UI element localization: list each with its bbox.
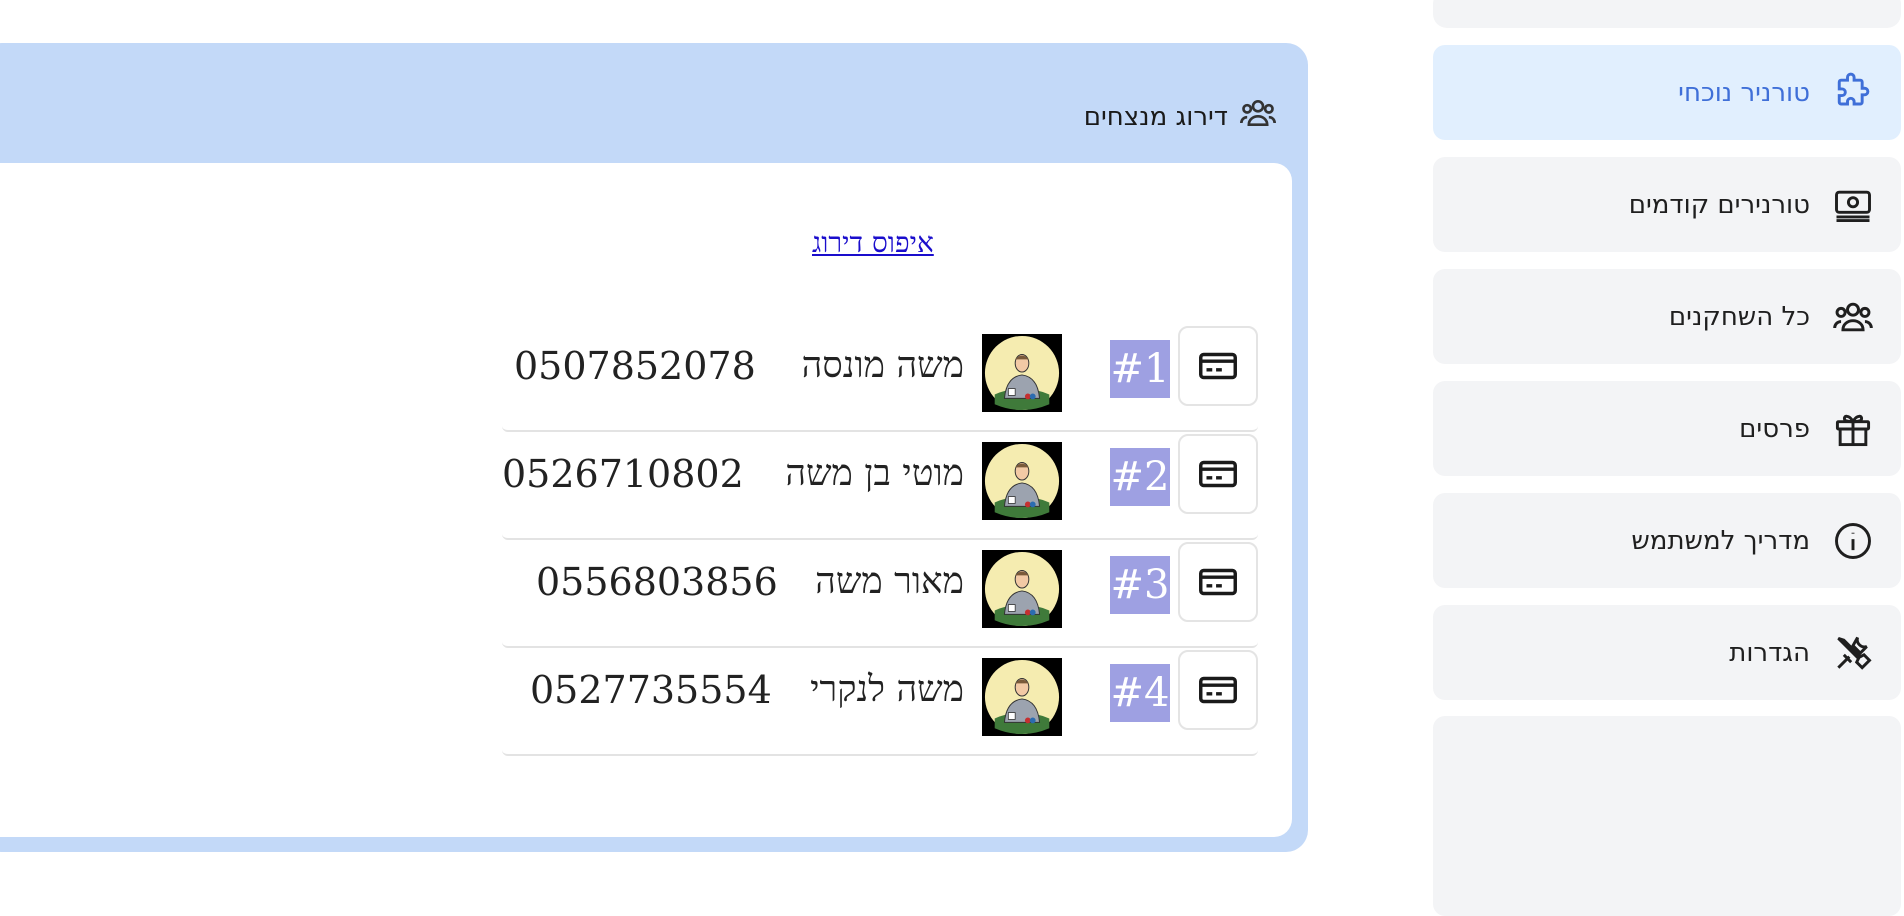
card-button[interactable] [1178, 326, 1258, 406]
sidebar-item-label: הגדרות [1729, 637, 1810, 668]
sidebar: טורניר נוכחי טורנירים קודמים כל השחקנים … [1433, 0, 1901, 916]
sidebar-item-settings[interactable]: הגדרות [1433, 605, 1901, 700]
info-icon [1830, 518, 1876, 564]
panel-title: דירוג מנצחים [1083, 101, 1228, 132]
avatar [982, 334, 1062, 412]
sidebar-top-item[interactable] [1433, 0, 1901, 28]
puzzle-icon [1830, 70, 1876, 116]
player-name: משה לנקרי [810, 669, 964, 710]
gift-icon [1830, 406, 1876, 452]
credit-card-icon [1199, 568, 1237, 596]
reset-ranking-link[interactable]: איפוס דירוג [812, 226, 934, 260]
sidebar-item-label: טורנירים קודמים [1628, 189, 1810, 220]
panel-header: דירוג מנצחים [1084, 93, 1278, 140]
credit-card-icon [1199, 676, 1237, 704]
sidebar-item-label: כל השחקנים [1668, 301, 1810, 332]
avatar [982, 550, 1062, 628]
card-button[interactable] [1178, 542, 1258, 622]
player-phone: 0526710802 [502, 452, 744, 496]
sidebar-item-prizes[interactable]: פרסים [1433, 381, 1901, 476]
player-name: משה מונסה [801, 345, 964, 386]
ranking-row: #4 משה לנקרי 0527735554 [502, 650, 1258, 756]
sidebar-item-previous-tournaments[interactable]: טורנירים קודמים [1433, 157, 1901, 252]
money-icon [1830, 182, 1876, 228]
sidebar-empty-area [1433, 716, 1901, 916]
ranking-row: #2 מוטי בן משה 0526710802 [502, 434, 1258, 540]
sidebar-item-user-guide[interactable]: מדריך למשתמש [1433, 493, 1901, 588]
sidebar-item-label: טורניר נוכחי [1678, 77, 1810, 108]
rank-badge: #3 [1110, 556, 1170, 614]
sidebar-item-label: פרסים [1739, 413, 1810, 444]
ranking-row: #3 מאור משה 0556803856 [502, 542, 1258, 648]
rank-badge: #4 [1110, 664, 1170, 722]
avatar [982, 442, 1062, 520]
credit-card-icon [1199, 460, 1237, 488]
player-phone: 0527735554 [530, 668, 772, 712]
player-name: מוטי בן משה [785, 453, 964, 494]
sidebar-item-current-tournament[interactable]: טורניר נוכחי [1433, 45, 1901, 140]
ranking-list: #1 משה מונסה 0507852078 #2 מוטי בן משה 0… [502, 326, 1258, 758]
avatar [982, 658, 1062, 736]
rank-badge: #2 [1110, 448, 1170, 506]
users-icon [1238, 93, 1278, 140]
card-button[interactable] [1178, 650, 1258, 730]
rank-badge: #1 [1110, 340, 1170, 398]
ranking-row: #1 משה מונסה 0507852078 [502, 326, 1258, 432]
users-icon [1830, 294, 1876, 340]
tools-icon [1830, 630, 1876, 676]
sidebar-item-all-players[interactable]: כל השחקנים [1433, 269, 1901, 364]
player-phone: 0507852078 [514, 344, 756, 388]
credit-card-icon [1199, 352, 1237, 380]
player-phone: 0556803856 [536, 560, 778, 604]
player-name: מאור משה [815, 561, 964, 602]
card-button[interactable] [1178, 434, 1258, 514]
sidebar-item-label: מדריך למשתמש [1631, 525, 1810, 556]
